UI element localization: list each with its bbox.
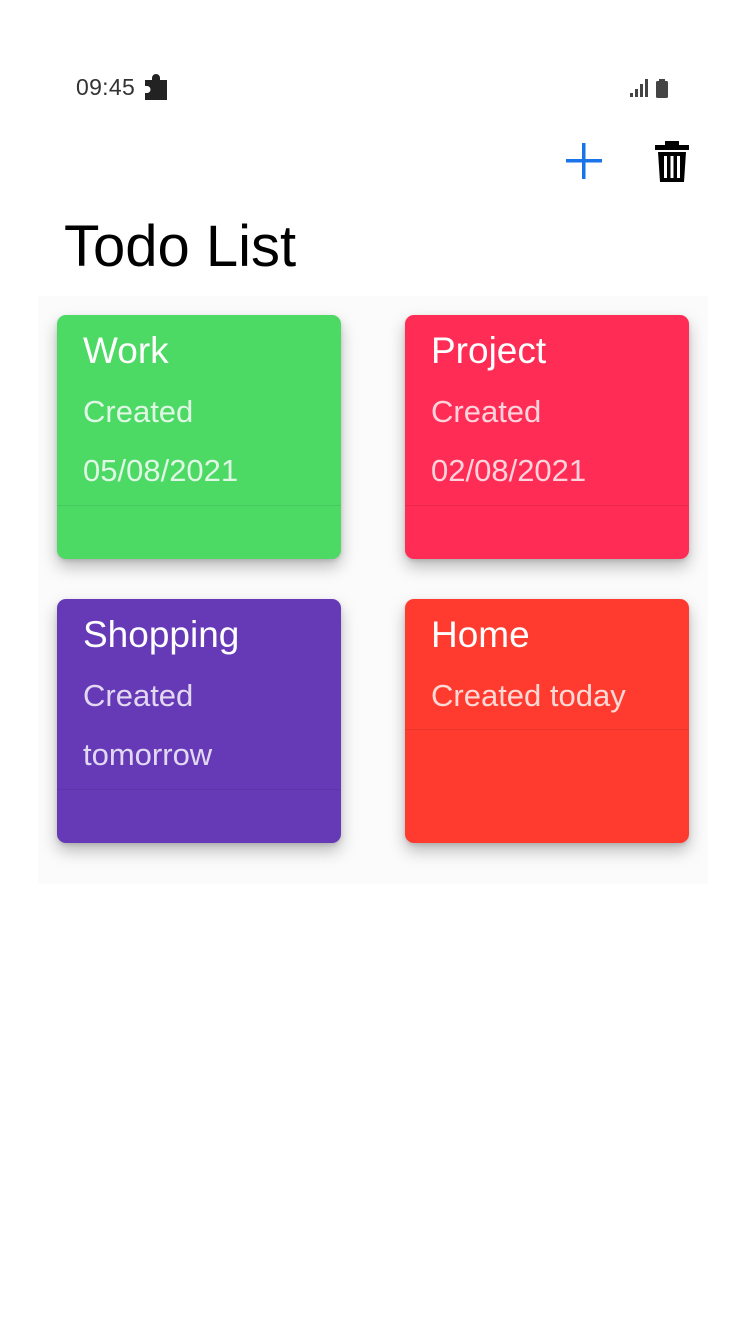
- delete-button[interactable]: [650, 136, 694, 186]
- todo-card-home[interactable]: Home Created today: [405, 599, 689, 843]
- card-title: Home: [431, 614, 530, 655]
- card-created-label: Created: [431, 394, 542, 429]
- card-created-label: Created: [83, 678, 194, 713]
- status-time: 09:45: [76, 74, 136, 100]
- plus-icon: [566, 143, 602, 179]
- battery-icon: [655, 79, 669, 98]
- add-todo-button[interactable]: [562, 139, 606, 183]
- card-divider: [57, 789, 341, 790]
- page-title: Todo List: [64, 214, 297, 279]
- card-created-date: 05/08/2021: [83, 453, 239, 488]
- todo-card-work[interactable]: Work Created 05/08/2021: [57, 315, 341, 559]
- card-created-label: Created today: [431, 678, 626, 713]
- puzzle-piece-icon: [143, 73, 169, 102]
- card-title: Shopping: [83, 614, 240, 655]
- signal-icon: [630, 79, 649, 97]
- trash-icon: [655, 141, 689, 182]
- card-divider: [405, 505, 689, 506]
- todo-card-project[interactable]: Project Created 02/08/2021: [405, 315, 689, 559]
- todo-card-shopping[interactable]: Shopping Created tomorrow: [57, 599, 341, 843]
- card-title: Work: [83, 330, 169, 371]
- card-created-label: Created: [83, 394, 194, 429]
- card-divider: [57, 505, 341, 506]
- status-bar: 09:45: [0, 0, 745, 130]
- card-created-date: 02/08/2021: [431, 453, 587, 488]
- card-created-date: tomorrow: [83, 737, 213, 772]
- card-divider: [405, 729, 689, 730]
- card-title: Project: [431, 330, 547, 371]
